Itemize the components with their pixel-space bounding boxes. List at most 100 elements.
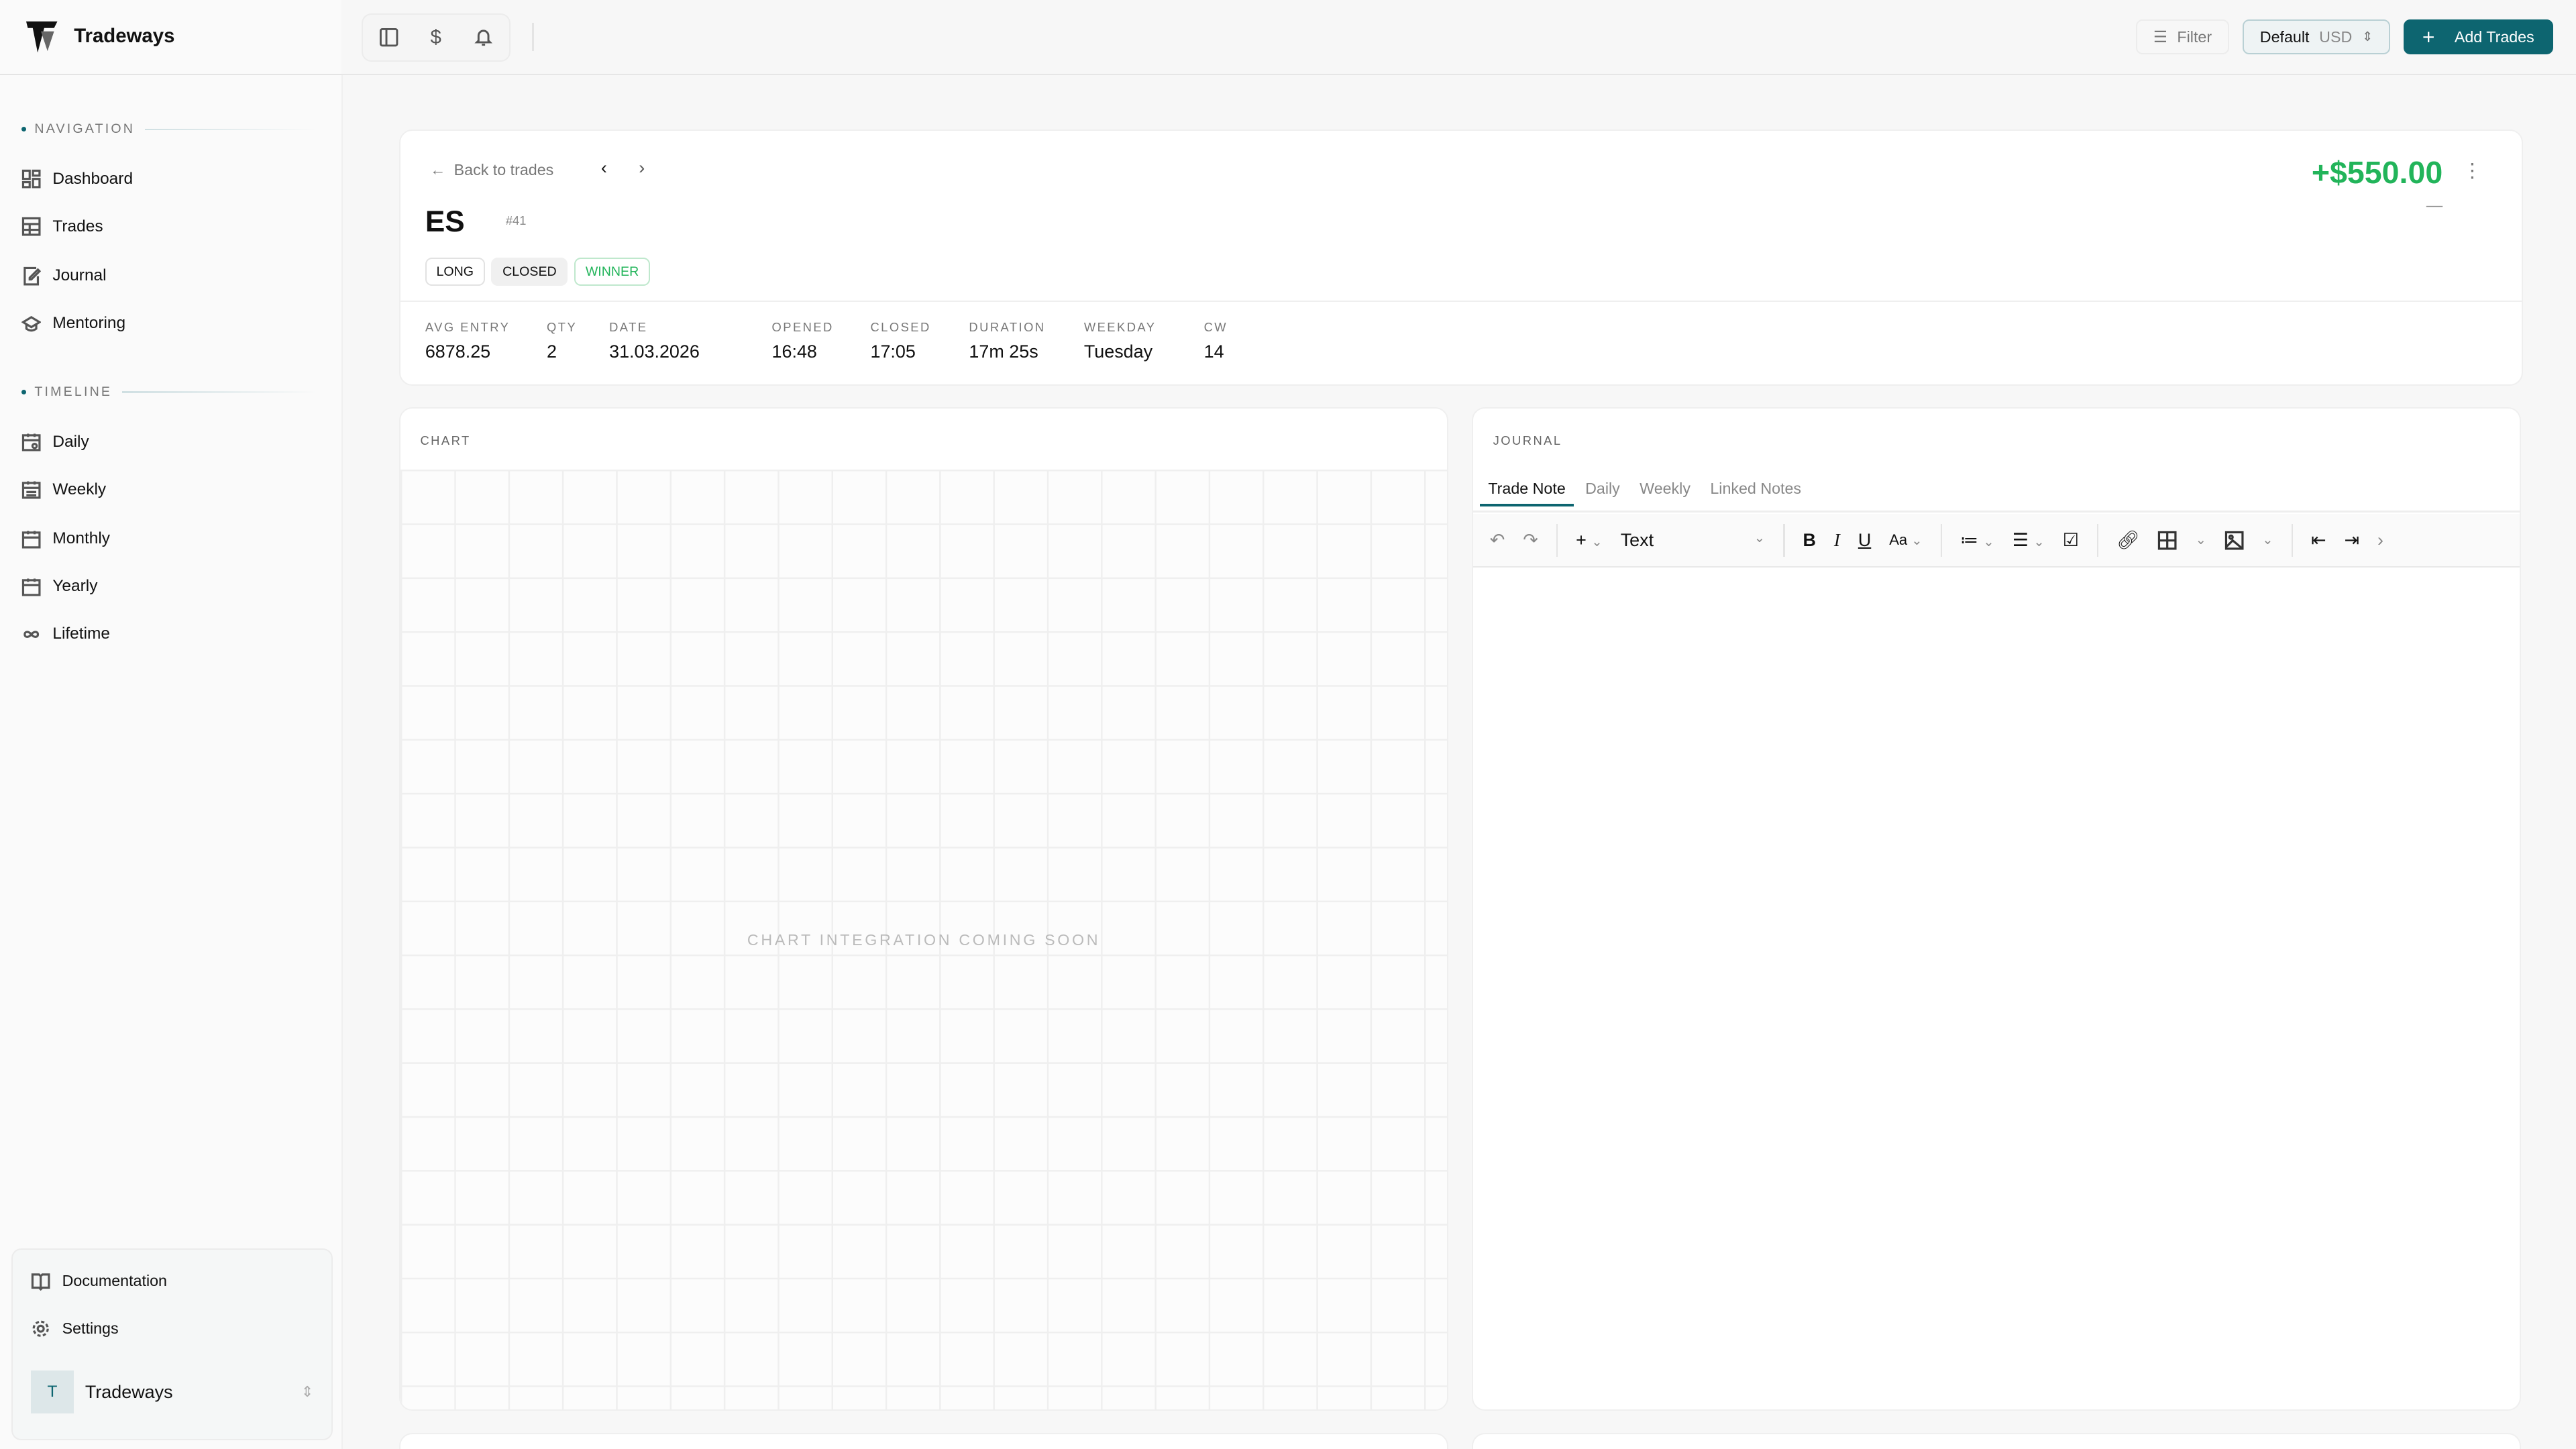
tab-weekly[interactable]: Weekly — [1631, 480, 1699, 507]
journal-title: JOURNAL — [1493, 433, 1562, 448]
account-currency-select[interactable]: Default USD ⇕ — [2242, 19, 2391, 54]
sidebar-item-yearly[interactable]: Yearly — [21, 570, 317, 603]
section-label: TIMELINE — [34, 384, 113, 400]
documentation-link[interactable]: Documentation — [31, 1265, 327, 1297]
stat-closed: CLOSED 17:05 — [870, 320, 969, 362]
divider — [532, 23, 534, 51]
undo-icon[interactable]: ↶ — [1490, 530, 1505, 551]
pnl-value: +$550.00 — [2311, 154, 2443, 190]
trade-header-card: ← Back to trades ‹ › ES #41 LONG CLOSED WIN… — [399, 129, 2523, 386]
currency-dollar-icon[interactable]: $ — [431, 26, 441, 49]
indent-icon[interactable]: ⇥ — [2344, 530, 2359, 551]
ordered-list-icon[interactable]: ≔ ⌄ — [1960, 530, 1994, 551]
checklist-icon[interactable]: ☑ — [2063, 530, 2079, 551]
stat-date: DATE 31.03.2026 — [609, 320, 771, 362]
sidebar-item-dashboard[interactable]: Dashboard — [21, 162, 317, 195]
dashboard-icon — [21, 170, 41, 189]
chevron-up-down-icon: ⇕ — [301, 1383, 314, 1401]
calendar-day-icon — [21, 433, 41, 451]
trade-stats: AVG ENTRY 6878.25 QTY 2 DATE 31.03.2026 OPENED… — [425, 320, 1253, 362]
calendar-week-icon — [21, 481, 41, 499]
gear-icon — [32, 1320, 49, 1337]
section-label: NAVIGATION — [34, 121, 136, 137]
sidebar-toggle-icon[interactable] — [379, 28, 398, 47]
more-options-icon[interactable]: ⋮ — [2463, 159, 2482, 182]
table-icon[interactable] — [2157, 531, 2177, 550]
arrow-left-icon: ← — [430, 160, 446, 178]
tab-daily[interactable]: Daily — [1577, 480, 1628, 507]
stat-label: CLOSED — [870, 320, 931, 335]
label: Documentation — [62, 1272, 167, 1290]
bell-icon[interactable] — [474, 28, 493, 47]
stat-label: DURATION — [969, 320, 1046, 335]
lower-card-left — [399, 1432, 1449, 1449]
sidebar-item-daily[interactable]: Daily — [21, 425, 317, 458]
stat-value: 16:48 — [771, 341, 817, 362]
workspace-switcher[interactable]: T Tradeways ⇕ — [31, 1370, 313, 1414]
workspace-name: Tradeways — [85, 1381, 173, 1402]
link-icon[interactable]: 🔗︎ — [2116, 529, 2139, 551]
sidebar-item-weekly[interactable]: Weekly — [21, 473, 317, 506]
stat-label: QTY — [547, 320, 578, 335]
underline-icon[interactable]: U — [1858, 530, 1871, 551]
stat-value: 2 — [547, 341, 557, 362]
image-icon[interactable] — [2224, 531, 2244, 550]
top-bar: $ ☰ Filter Default USD ⇕ + Add Trades — [341, 0, 2576, 76]
bold-icon[interactable]: B — [1803, 530, 1816, 551]
table-icon — [21, 217, 41, 236]
stat-cw: CW 14 — [1204, 320, 1253, 362]
editor-toolbar: ↶ ↷ + ⌄ Text ⌄ BIU Aa ⌄ ≔ ⌄ ☰ ⌄ ☑ 🔗︎ ⌄ ⌄ ⇤… — [1473, 514, 2520, 568]
sidebar-footer: Documentation Settings T Tradeways ⇕ — [11, 1248, 333, 1440]
label: Trades — [52, 217, 103, 235]
stat-value: 6878.25 — [425, 341, 491, 362]
stat-weekday: WEEKDAY Tuesday — [1084, 320, 1204, 362]
chevron-up-down-icon: ⇕ — [2361, 30, 2373, 45]
next-trade-button[interactable]: › — [639, 158, 645, 178]
stat-label: CW — [1203, 320, 1228, 335]
stat-value: 31.03.2026 — [609, 341, 700, 362]
calendar-icon — [21, 578, 41, 596]
plus-icon: + — [2422, 24, 2435, 49]
italic-icon[interactable]: I — [1834, 530, 1840, 551]
back-to-trades-link[interactable]: ← Back to trades — [430, 161, 553, 179]
sidebar-item-monthly[interactable]: Monthly — [21, 523, 317, 555]
filter-button[interactable]: ☰ Filter — [2135, 19, 2230, 54]
insert-plus-icon[interactable]: + ⌄ — [1576, 530, 1603, 551]
logo-header: Tradeways — [0, 0, 342, 76]
toolbar-scroll-right-icon[interactable]: › — [2377, 530, 2383, 551]
settings-link[interactable]: Settings — [31, 1312, 327, 1345]
trade-number: #41 — [505, 213, 527, 227]
label: Add Trades — [2454, 28, 2534, 46]
label: Weekly — [52, 480, 107, 498]
journal-editor[interactable] — [1473, 568, 2520, 1409]
redo-icon[interactable]: ↷ — [1523, 530, 1538, 551]
graduation-cap-icon — [21, 315, 42, 332]
stat-opened: OPENED 16:48 — [772, 320, 871, 362]
chevron-down-icon: ⌄ — [1754, 530, 1766, 545]
account-label: Default — [2259, 28, 2310, 46]
book-icon — [31, 1273, 50, 1291]
direction-badge: LONG — [425, 258, 485, 286]
block-type-select[interactable]: Text ⌄ — [1621, 530, 1766, 551]
stat-value: 17m 25s — [969, 341, 1038, 362]
previous-trade-button[interactable]: ‹ — [601, 158, 607, 178]
sidebar-item-mentoring[interactable]: Mentoring — [21, 307, 317, 340]
stat-label: WEEKDAY — [1083, 320, 1157, 335]
sidebar-item-journal[interactable]: Journal — [21, 260, 317, 292]
tab-trade-note[interactable]: Trade Note — [1480, 480, 1574, 507]
font-size-button[interactable]: Aa ⌄ — [1889, 531, 1922, 549]
add-trades-button[interactable]: + Add Trades — [2403, 19, 2553, 54]
label: Yearly — [52, 577, 98, 596]
stat-label: AVG ENTRY — [425, 320, 511, 335]
sidebar-item-lifetime[interactable]: Lifetime — [21, 618, 317, 651]
divider — [400, 300, 2522, 303]
trade-badges: LONG CLOSED WINNER — [425, 253, 657, 286]
outdent-icon[interactable]: ⇤ — [2311, 530, 2326, 551]
sidebar-item-trades[interactable]: Trades — [21, 210, 317, 243]
bullet-list-icon[interactable]: ☰ ⌄ — [2012, 530, 2045, 551]
label: Text — [1620, 529, 1654, 550]
label: Monthly — [52, 529, 111, 548]
infinity-icon — [23, 631, 39, 638]
tab-linked-notes[interactable]: Linked Notes — [1702, 480, 1809, 507]
divider — [1473, 511, 2520, 513]
